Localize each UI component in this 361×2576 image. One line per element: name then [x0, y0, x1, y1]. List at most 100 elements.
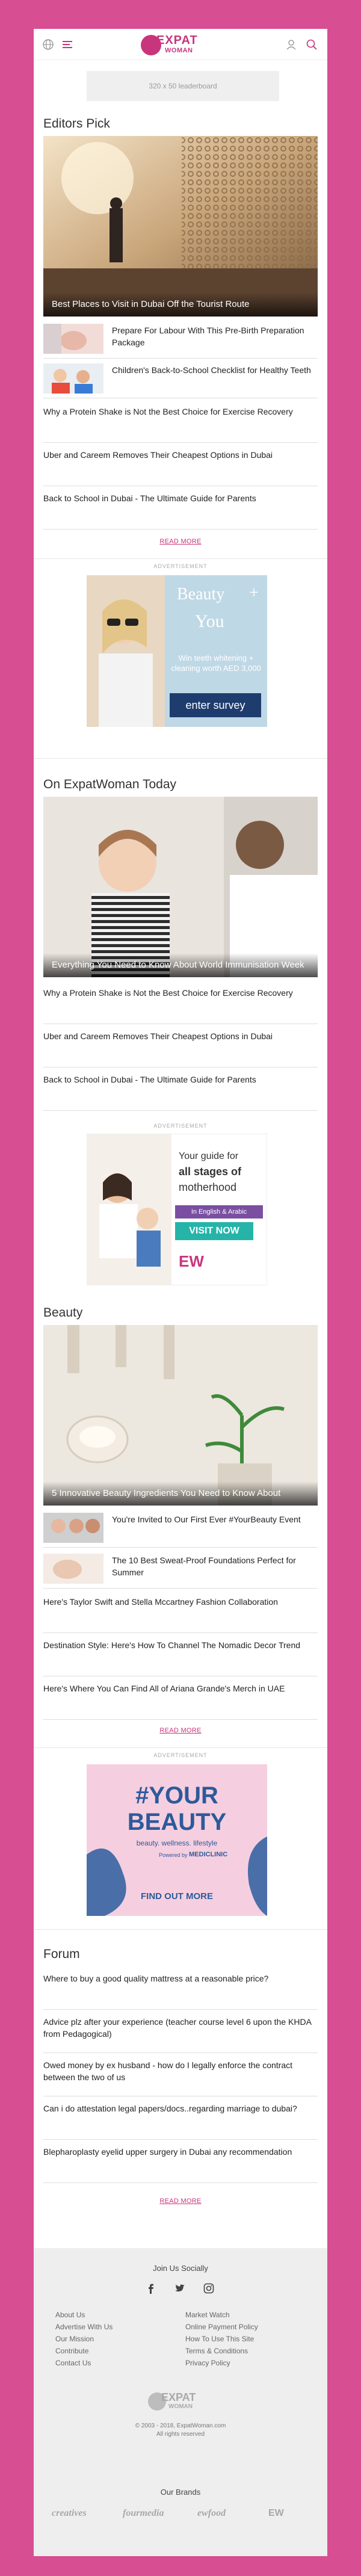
footer-logo-line2: WOMAN	[168, 2403, 193, 2410]
hero-image-dubai	[43, 136, 318, 317]
footer-link[interactable]: Online Payment Policy	[185, 2323, 258, 2331]
brand-logo-creatives[interactable]: creatives	[52, 2508, 87, 2519]
ad-brand: EW	[179, 1252, 204, 1270]
thumbnail-image	[43, 324, 103, 354]
globe-icon[interactable]	[42, 39, 54, 51]
menu-icon[interactable]	[61, 39, 73, 51]
thumbnail-image	[43, 1513, 103, 1543]
list-item[interactable]: Uber and Careem Removes Their Cheapest O…	[43, 1024, 318, 1067]
social-title: Join Us Socially	[153, 2264, 208, 2273]
list-item[interactable]: Children's Back-to-School Checklist for …	[43, 359, 318, 398]
list-item-title: Prepare For Labour With This Pre-Birth P…	[112, 326, 304, 347]
ad-headline-1: Beauty	[177, 585, 225, 604]
advert-your-beauty[interactable]: #YOUR BEAUTY beauty. wellness. lifestyle…	[87, 1764, 267, 1916]
footer-link[interactable]: Contact Us	[55, 2359, 91, 2367]
section-title-beauty: Beauty	[43, 1306, 83, 1320]
divider	[34, 1929, 327, 1930]
instagram-icon[interactable]	[203, 2283, 214, 2297]
forum-thread[interactable]: Blepharoplasty eyelid upper surgery in D…	[43, 2140, 318, 2183]
footer-logo[interactable]: EXPAT WOMAN	[148, 2390, 213, 2414]
ad-sponsor: MEDICLINIC	[189, 1851, 228, 1858]
list-item[interactable]: Uber and Careem Removes Their Cheapest O…	[43, 443, 318, 486]
user-icon[interactable]	[285, 39, 297, 51]
footer-link[interactable]: Contribute	[55, 2347, 88, 2355]
list-item[interactable]: Prepare For Labour With This Pre-Birth P…	[43, 319, 318, 359]
footer-link[interactable]: Advertise With Us	[55, 2323, 113, 2331]
divider	[34, 1747, 327, 1748]
editors-pick-hero[interactable]: Best Places to Visit in Dubai Off the To…	[43, 136, 318, 317]
ad-line-2: BEAUTY	[127, 1809, 227, 1835]
ad-label: ADVERTISEMENT	[153, 563, 208, 569]
list-item[interactable]: The 10 Best Sweat-Proof Foundations Perf…	[43, 1549, 318, 1589]
list-item-title: The 10 Best Sweat-Proof Foundations Perf…	[112, 1555, 296, 1577]
search-icon[interactable]	[306, 39, 318, 51]
read-more-link[interactable]: READ MORE	[34, 2198, 327, 2205]
footer-logo-line1: EXPAT	[161, 2391, 196, 2403]
list-item[interactable]: Destination Style: Here's How To Channel…	[43, 1633, 318, 1676]
leaderboard-ad-placeholder[interactable]: 320 x 50 leaderboard	[87, 71, 279, 101]
hero-image-beauty	[43, 1325, 318, 1506]
thumbnail-image	[43, 363, 103, 394]
hero-caption: Everything You Need to Know About World …	[43, 953, 318, 977]
brand-logo-ew[interactable]: EW	[268, 2508, 284, 2519]
footer-link[interactable]: Our Mission	[55, 2335, 94, 2343]
advert-motherhood[interactable]: Your guide for all stages of motherhood …	[87, 1134, 267, 1285]
footer-link[interactable]: How To Use This Site	[185, 2335, 254, 2343]
divider	[34, 558, 327, 559]
ad-cta-button[interactable]: VISIT NOW	[175, 1222, 253, 1240]
section-title-today: On ExpatWoman Today	[43, 777, 177, 791]
list-item[interactable]: You're Invited to Our First Ever #YourBe…	[43, 1508, 318, 1548]
copyright: © 2003 - 2018, ExpatWoman.com	[135, 2423, 226, 2429]
today-hero[interactable]: Everything You Need to Know About World …	[43, 797, 318, 977]
logo-line2: WOMAN	[165, 47, 193, 54]
list-item[interactable]: Why a Protein Shake is Not the Best Choi…	[43, 400, 318, 443]
list-item[interactable]: Here's Taylor Swift and Stella Mccartney…	[43, 1590, 318, 1633]
section-title-editors-pick: Editors Pick	[43, 117, 110, 131]
advert-beauty-you[interactable]: Beauty + You Win teeth whitening + clean…	[87, 575, 267, 727]
brands-title: Our Brands	[160, 2488, 201, 2497]
site-footer: Join Us Socially About Us Advertise With…	[34, 2248, 327, 2556]
list-item-title: You're Invited to Our First Ever #YourBe…	[112, 1515, 301, 1524]
forum-thread[interactable]: Owed money by ex husband - how do I lega…	[43, 2053, 318, 2096]
footer-link[interactable]: Privacy Policy	[185, 2359, 230, 2367]
ad-line-3: motherhood	[179, 1181, 237, 1193]
ad-line-1: Your guide for	[179, 1151, 239, 1161]
ad-powered: Powered by	[159, 1852, 188, 1858]
ad-image	[87, 1134, 171, 1285]
hero-caption: Best Places to Visit in Dubai Off the To…	[43, 292, 318, 317]
facebook-icon[interactable]	[146, 2283, 156, 2297]
twitter-icon[interactable]	[174, 2283, 185, 2297]
brand-logo-ewfood[interactable]: ewfood	[197, 2508, 226, 2519]
hero-caption: 5 Innovative Beauty Ingredients You Need…	[43, 1481, 318, 1506]
divider	[34, 758, 327, 759]
list-item[interactable]: Why a Protein Shake is Not the Best Choi…	[43, 981, 318, 1024]
ad-language-badge: In English & Arabic	[175, 1205, 263, 1219]
section-title-forum: Forum	[43, 1947, 80, 1961]
footer-link[interactable]: About Us	[55, 2311, 85, 2319]
read-more-link[interactable]: READ MORE	[34, 1727, 327, 1734]
read-more-link[interactable]: READ MORE	[34, 538, 327, 545]
list-item[interactable]: Here's Where You Can Find All of Ariana …	[43, 1676, 318, 1720]
site-header: EXPAT WOMAN	[34, 29, 327, 60]
page: EXPAT WOMAN 320 x 50 leaderboard Editors…	[34, 29, 327, 2556]
copyright-rights: All rights reserved	[156, 2431, 205, 2438]
brand-logo-fourmedia[interactable]: fourmedia	[123, 2508, 164, 2519]
list-item[interactable]: Back to School in Dubai - The Ultimate G…	[43, 486, 318, 530]
logo-line1: EXPAT	[156, 34, 198, 47]
beauty-hero[interactable]: 5 Innovative Beauty Ingredients You Need…	[43, 1325, 318, 1506]
ad-line-1: #YOUR	[135, 1782, 218, 1809]
ad-body: Win teeth whitening + cleaning worth AED…	[171, 653, 261, 673]
ad-cta-button[interactable]: FIND OUT MORE	[123, 1887, 231, 1905]
footer-link[interactable]: Market Watch	[185, 2311, 230, 2319]
ad-line-2: all stages of	[179, 1166, 242, 1178]
forum-thread[interactable]: Can i do attestation legal papers/docs..…	[43, 2096, 318, 2140]
forum-thread[interactable]: Advice plz after your experience (teache…	[43, 2010, 318, 2053]
ad-cta-button[interactable]: enter survey	[170, 693, 261, 717]
list-item[interactable]: Back to School in Dubai - The Ultimate G…	[43, 1067, 318, 1111]
site-logo[interactable]: EXPAT WOMAN	[141, 32, 213, 58]
list-item-title: Children's Back-to-School Checklist for …	[112, 365, 311, 375]
footer-link[interactable]: Terms & Conditions	[185, 2347, 248, 2355]
forum-thread[interactable]: Where to buy a good quality mattress at …	[43, 1966, 318, 2010]
ad-label: ADVERTISEMENT	[153, 1752, 208, 1758]
thumbnail-image	[43, 1554, 103, 1584]
